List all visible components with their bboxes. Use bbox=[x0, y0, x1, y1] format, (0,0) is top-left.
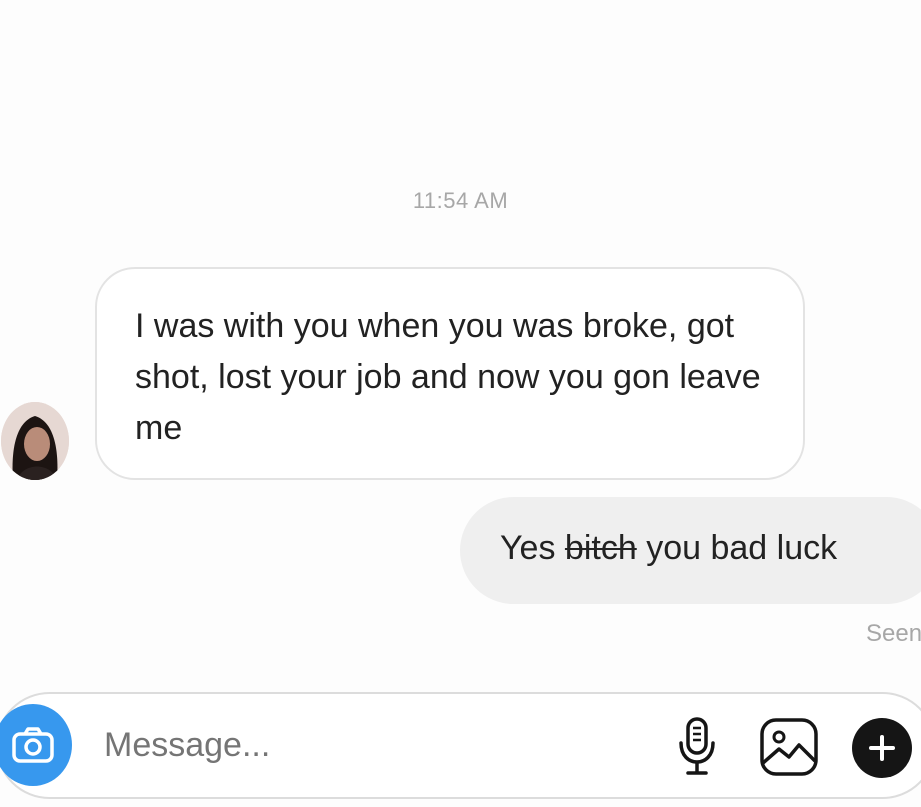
incoming-message-bubble[interactable]: I was with you when you was broke, got s… bbox=[95, 267, 805, 480]
outgoing-message-bubble[interactable]: Yes bitch you bad luck bbox=[460, 497, 921, 604]
gallery-icon bbox=[760, 718, 818, 776]
message-input[interactable] bbox=[104, 726, 504, 765]
sender-avatar[interactable] bbox=[1, 402, 69, 480]
outgoing-message-struck: bitch bbox=[564, 529, 637, 567]
plus-icon bbox=[869, 735, 895, 761]
avatar-photo bbox=[1, 402, 69, 480]
gallery-button[interactable] bbox=[758, 716, 820, 778]
outgoing-message-end: you bad luck bbox=[646, 529, 838, 567]
camera-icon bbox=[12, 727, 54, 763]
microphone-icon bbox=[679, 717, 715, 775]
seen-status: Seen bbox=[866, 620, 921, 647]
more-button[interactable] bbox=[852, 718, 912, 778]
voice-message-button[interactable] bbox=[671, 715, 723, 779]
chat-timestamp: 11:54 AM bbox=[412, 188, 509, 213]
outgoing-message-start: Yes bbox=[500, 529, 556, 567]
incoming-message-text: I was with you when you was broke, got s… bbox=[135, 307, 761, 447]
